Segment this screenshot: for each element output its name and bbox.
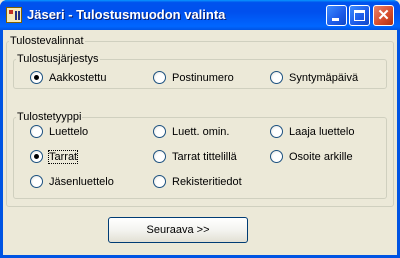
radio-postinumero[interactable]: Postinumero bbox=[153, 71, 234, 84]
print-options-legend: Tulostevalinnat bbox=[10, 35, 84, 47]
maximize-button[interactable] bbox=[349, 5, 370, 26]
radio-label: Jäsenluettelo bbox=[49, 175, 114, 188]
radio-circle[interactable] bbox=[153, 175, 166, 188]
radio-tarrat-tittelilla[interactable]: Tarrat tittelillä bbox=[153, 150, 237, 163]
radio-circle-selected[interactable] bbox=[30, 71, 43, 84]
radio-laaja-luettelo[interactable]: Laaja luettelo bbox=[270, 125, 354, 138]
next-button[interactable]: Seuraava >> bbox=[108, 217, 248, 243]
minimize-icon bbox=[332, 18, 339, 21]
radio-circle[interactable] bbox=[153, 71, 166, 84]
close-icon: ✕ bbox=[377, 7, 390, 24]
radio-label: Osoite arkille bbox=[289, 150, 353, 163]
dialog-window: Jäseri - Tulostusmuodon valinta ✕ Tulost… bbox=[0, 0, 400, 258]
radio-tarrat[interactable]: Tarrat bbox=[30, 149, 79, 164]
radio-jasenluettelo[interactable]: Jäsenluettelo bbox=[30, 175, 114, 188]
radio-label: Aakkostettu bbox=[49, 71, 107, 84]
radio-label: Laaja luettelo bbox=[289, 125, 355, 138]
close-button[interactable]: ✕ bbox=[373, 5, 394, 26]
print-type-legend: Tulostetyyppi bbox=[17, 111, 82, 123]
title-bar[interactable]: Jäseri - Tulostusmuodon valinta ✕ bbox=[0, 0, 400, 30]
radio-circle[interactable] bbox=[270, 71, 283, 84]
maximize-icon bbox=[354, 10, 365, 21]
radio-circle[interactable] bbox=[270, 125, 283, 138]
radio-circle[interactable] bbox=[30, 125, 43, 138]
radio-circle[interactable] bbox=[153, 125, 166, 138]
radio-osoite-arkille[interactable]: Osoite arkille bbox=[270, 150, 353, 163]
sort-order-legend: Tulostusjärjestys bbox=[17, 53, 99, 65]
radio-circle[interactable] bbox=[30, 175, 43, 188]
radio-circle[interactable] bbox=[153, 150, 166, 163]
radio-luettelo[interactable]: Luettelo bbox=[30, 125, 88, 138]
radio-label: Syntymäpäivä bbox=[289, 71, 359, 84]
radio-circle-selected[interactable] bbox=[30, 150, 43, 163]
radio-label: Tarrat tittelillä bbox=[172, 150, 237, 163]
radio-luett-omin[interactable]: Luett. omin. bbox=[153, 125, 229, 138]
radio-label: Postinumero bbox=[172, 71, 234, 84]
window-title: Jäseri - Tulostusmuodon valinta bbox=[27, 7, 226, 22]
radio-rekisteritiedot[interactable]: Rekisteritiedot bbox=[153, 175, 242, 188]
app-icon[interactable] bbox=[6, 7, 22, 23]
radio-circle[interactable] bbox=[270, 150, 283, 163]
minimize-button[interactable] bbox=[326, 5, 347, 26]
radio-aakkostettu[interactable]: Aakkostettu bbox=[30, 71, 106, 84]
dialog-client-area: Tulostevalinnat Tulostusjärjestys Aakkos… bbox=[3, 30, 397, 255]
radio-label: Luettelo bbox=[49, 125, 89, 138]
radio-label: Tarrat bbox=[47, 149, 79, 164]
radio-label: Luett. omin. bbox=[172, 125, 230, 138]
radio-syntymapaiva[interactable]: Syntymäpäivä bbox=[270, 71, 358, 84]
radio-label: Rekisteritiedot bbox=[172, 175, 242, 188]
